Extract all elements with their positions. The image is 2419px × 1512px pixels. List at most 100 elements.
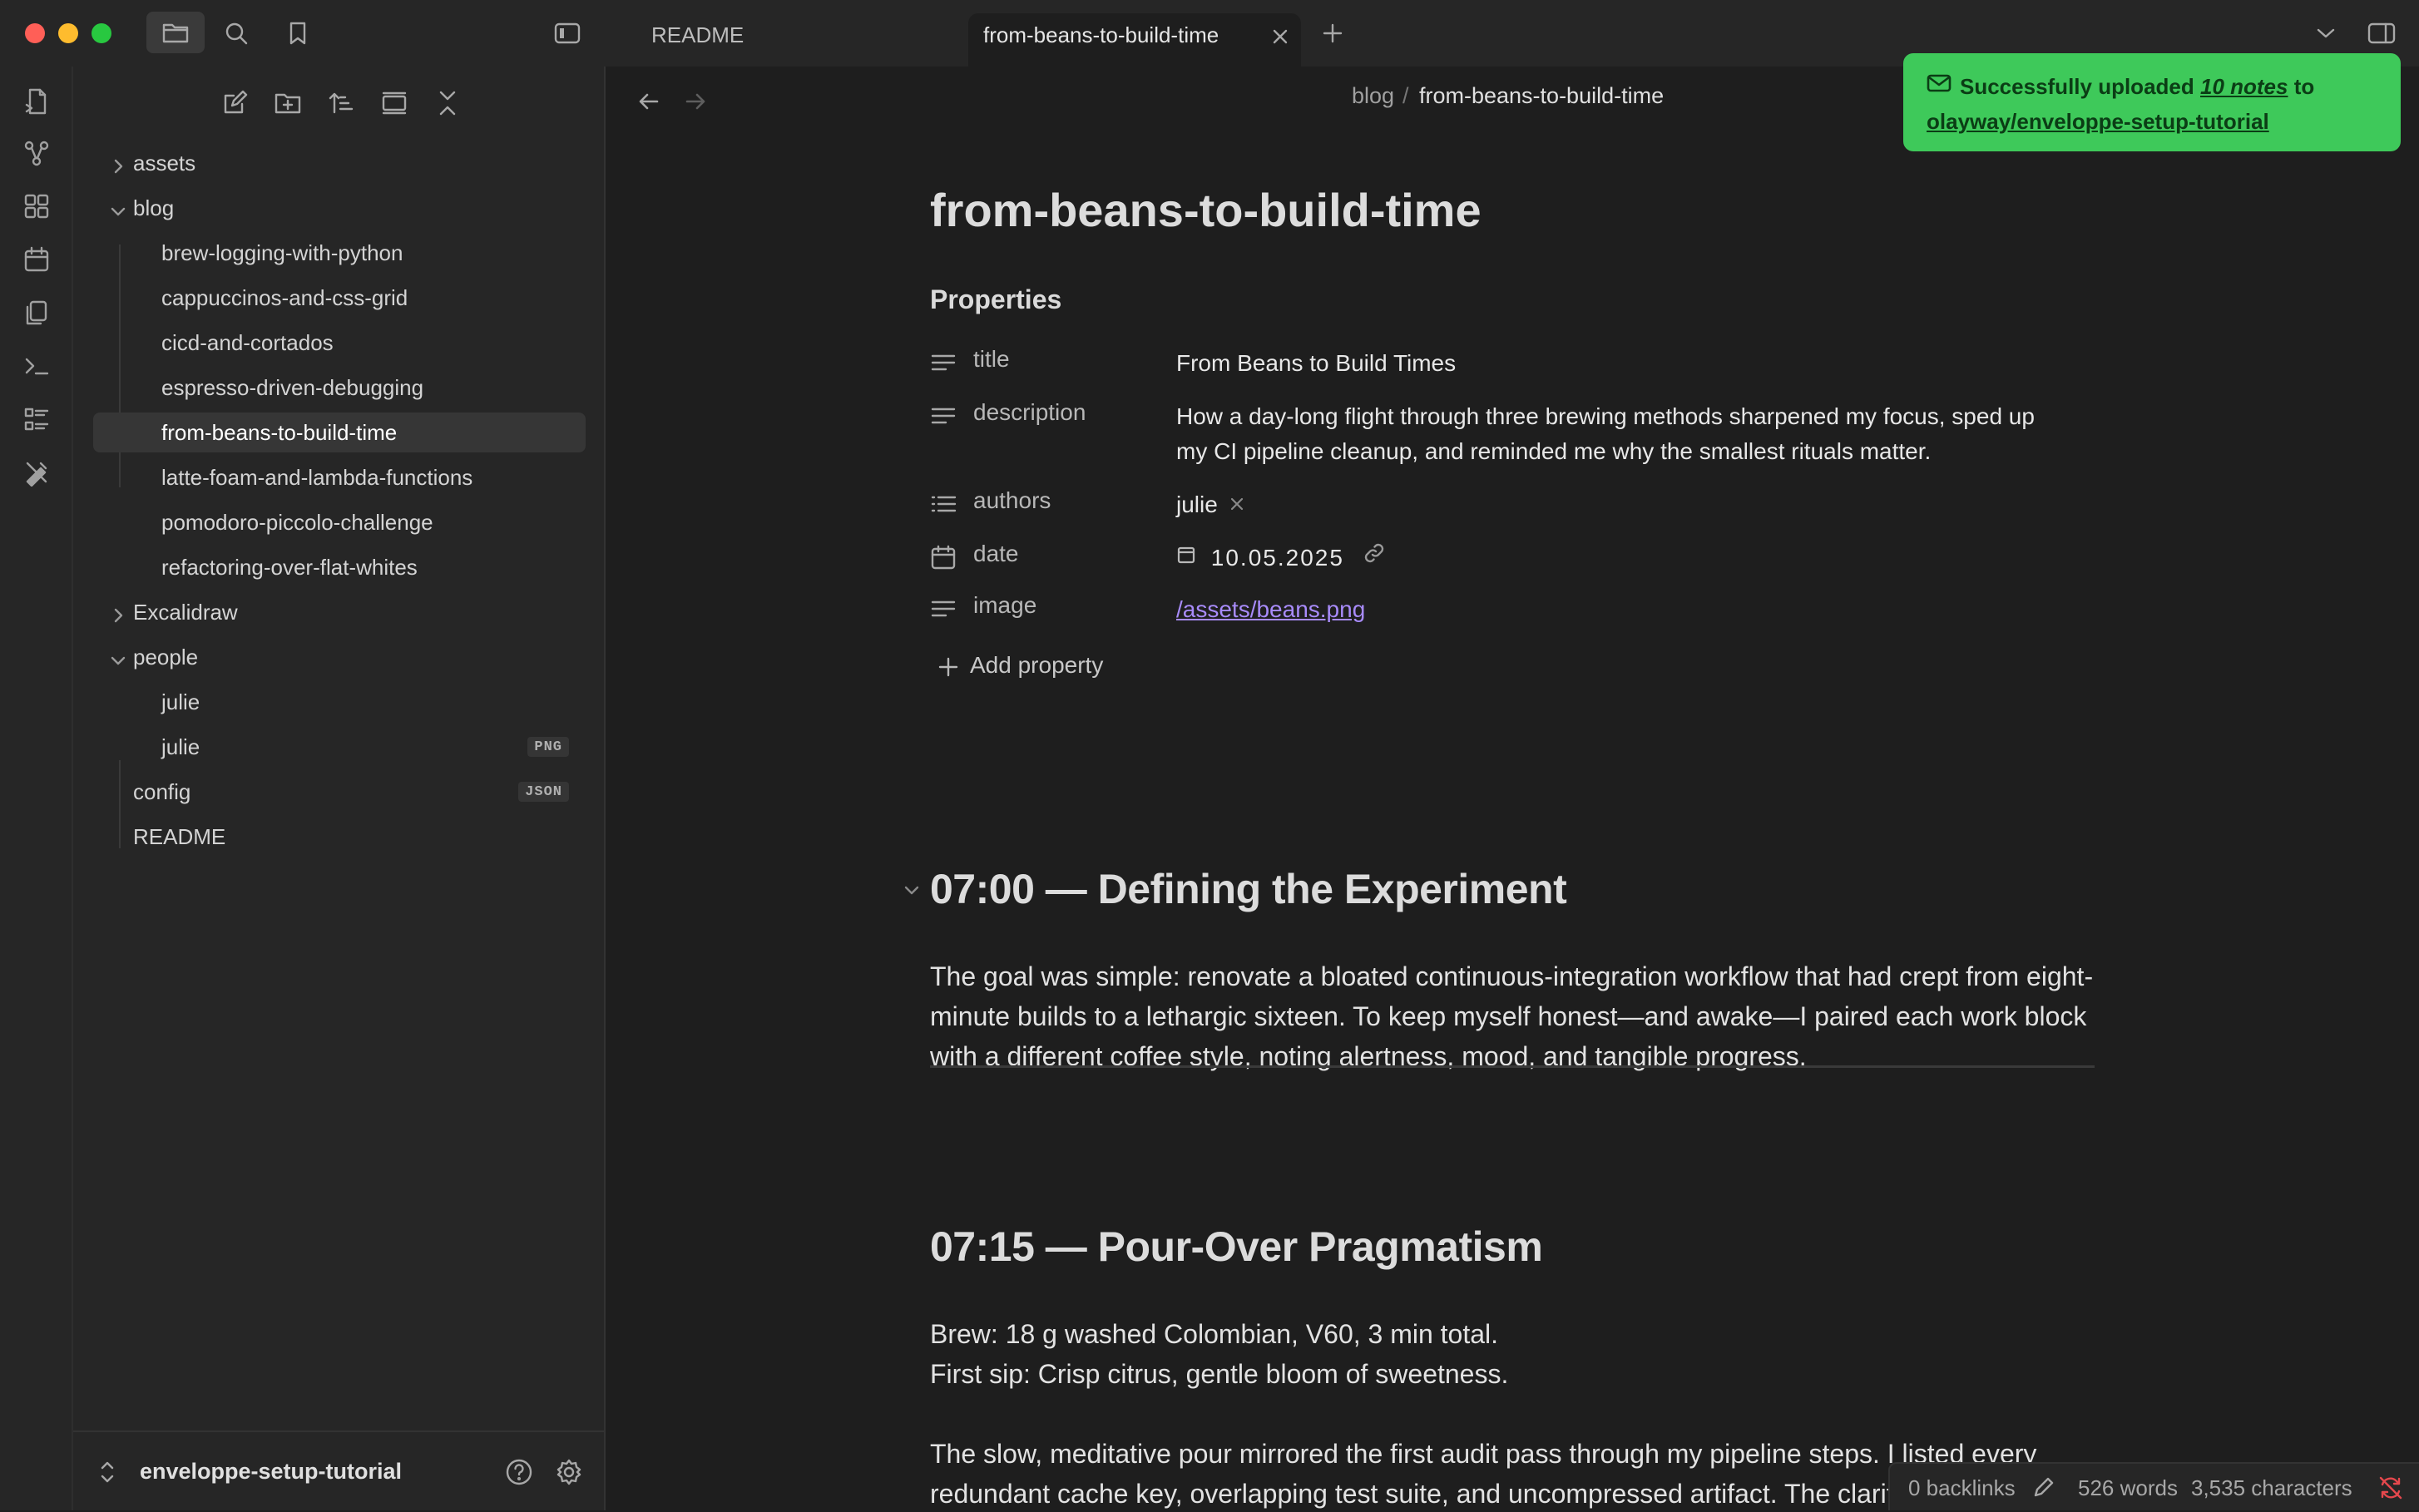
close-tab-icon[interactable] [1268,24,1293,49]
folder-icon[interactable] [146,12,205,53]
sort-icon[interactable] [323,85,359,121]
collapse-view-icon[interactable] [376,85,413,121]
tree-item-label: pomodoro-piccolo-challenge [161,509,433,535]
new-tab-icon[interactable] [1316,17,1349,50]
text-lines-icon [930,349,957,376]
property-value[interactable]: How a day-long flight through three brew… [1176,399,2058,469]
text-lines-icon [930,595,957,622]
window-maximize-button[interactable] [92,23,111,43]
breadcrumb-folder[interactable]: blog [1352,83,1394,109]
tab-list-chevron-icon[interactable] [2311,18,2341,48]
file-from-beans-to-build-time[interactable]: from-beans-to-build-time [93,413,586,452]
search-icon[interactable] [218,15,255,52]
tree-item-label: assets [133,150,196,175]
chevron-right-icon [110,155,126,174]
property-key: image [973,592,1037,618]
tree-item-label: refactoring-over-flat-whites [161,554,418,580]
window-close-button[interactable] [25,23,45,43]
tab-readme[interactable]: README [651,22,744,48]
section-heading[interactable]: 07:00 — Defining the Experiment [930,865,1567,913]
tree-item-label: brew-logging-with-python [161,240,403,265]
backlinks-count[interactable]: 0 backlinks [1908,1475,2016,1501]
file-cicd-and-cortados[interactable]: cicd-and-cortados [93,323,586,363]
settings-gear-icon[interactable] [551,1454,587,1490]
file-brew-logging-with-python[interactable]: brew-logging-with-python [93,233,586,273]
file-explorer: assets blog brew-logging-with-python cap… [73,67,606,1510]
forward-arrow-icon[interactable] [679,85,712,118]
image-link[interactable]: /assets/beans.png [1176,592,1365,627]
canvas-icon[interactable] [20,190,53,223]
breadcrumb-note: from-beans-to-build-time [1419,83,1665,108]
text-lines-icon [930,403,957,429]
toast-count-link[interactable]: 10 notes [2200,74,2288,99]
kanban-icon[interactable] [20,403,53,436]
file-extension-badge: JSON [518,782,569,802]
daily-note-calendar-icon[interactable] [20,243,53,276]
window-minimize-button[interactable] [58,23,78,43]
file-readme[interactable]: README [93,817,586,857]
vault-switcher-bar: enveloppe-setup-tutorial [73,1430,604,1512]
note-title[interactable]: from-beans-to-build-time [930,183,1482,237]
file-refactoring-over-flat-whites[interactable]: refactoring-over-flat-whites [93,547,586,587]
character-count: 3,535 characters [2191,1475,2352,1500]
file-pomodoro-piccolo-challenge[interactable]: pomodoro-piccolo-challenge [93,502,586,542]
date-value: 10.05.2025 [1210,545,1344,571]
bookmark-icon[interactable] [279,15,316,52]
file-julie[interactable]: julie [93,682,586,722]
new-note-icon[interactable] [216,85,253,121]
link-icon[interactable] [1363,540,1386,575]
folder-assets[interactable]: assets [93,143,586,183]
file-cappuccinos-and-css-grid[interactable]: cappuccinos-and-css-grid [93,278,586,318]
tab-from-beans-to-build-time[interactable]: from-beans-to-build-time [968,13,1301,67]
property-key: date [973,541,1019,566]
back-arrow-icon[interactable] [632,85,665,118]
mail-icon [1927,69,1952,102]
excalidraw-icon[interactable] [20,456,53,489]
folder-people[interactable]: people [93,637,586,677]
chevron-right-icon [110,604,126,623]
word-count: 526 words [2078,1475,2178,1500]
right-sidebar-icon[interactable] [2362,15,2401,52]
command-palette-icon[interactable] [20,349,53,383]
open-quick-switcher-icon[interactable] [20,85,53,118]
file-latte-foam-and-lambda-functions[interactable]: latte-foam-and-lambda-functions [93,457,586,497]
help-icon[interactable] [501,1454,537,1490]
properties-heading[interactable]: Properties [930,284,1061,315]
sidebar-toggle-icon[interactable] [549,15,586,52]
section-paragraph[interactable]: The goal was simple: renovate a bloated … [930,956,2111,1076]
tree-item-label: julie [161,689,200,714]
collapse-all-icon[interactable] [429,85,466,121]
date-field[interactable]: 10.05.2025 [1176,541,1386,577]
add-property-label: Add property [970,652,1104,678]
property-value[interactable]: From Beans to Build Times [1176,346,1456,381]
file-config-json[interactable]: config JSON [93,772,586,812]
graph-view-icon[interactable] [20,136,53,170]
edit-mode-pencil-icon[interactable] [2031,1475,2056,1505]
section-paragraph[interactable]: Brew: 18 g washed Colombian, V60, 3 min … [930,1314,2111,1354]
author-name: julie [1176,492,1218,517]
list-icon [930,491,957,517]
templates-icon[interactable] [20,296,53,329]
vault-name[interactable]: enveloppe-setup-tutorial [140,1459,402,1485]
folder-excalidraw[interactable]: Excalidraw [93,592,586,632]
chevron-down-icon [110,649,126,665]
tree-item-label: cappuccinos-and-css-grid [161,284,408,310]
tree-item-label: cicd-and-cortados [161,329,334,355]
vault-switch-chevron-icon[interactable] [95,1455,120,1489]
section-heading[interactable]: 07:15 — Pour-Over Pragmatism [930,1223,1543,1271]
toast-count: 10 notes [2199,74,2288,99]
folder-blog[interactable]: blog [93,188,586,228]
toast-repo-link[interactable]: olayway/enveloppe-setup-tutorial [1927,109,2269,134]
file-espresso-driven-debugging[interactable]: espresso-driven-debugging [93,368,586,408]
remove-author-icon[interactable] [1229,487,1244,521]
fold-chevron-icon[interactable] [902,880,925,903]
author-pill[interactable]: julie [1176,487,1244,524]
file-julie-png[interactable]: julie PNG [93,727,586,767]
sync-status-icon[interactable] [2377,1475,2404,1507]
tree-item-label: people [133,644,199,670]
section-paragraph[interactable]: First sip: Crisp citrus, gentle bloom of… [930,1354,2111,1394]
tree-item-label: julie [161,734,200,759]
new-folder-icon[interactable] [270,85,306,121]
toast-prefix: Successfully uploaded [1960,74,2200,99]
upload-success-toast[interactable]: Successfully uploaded 10 notes to olayway… [1903,53,2401,151]
